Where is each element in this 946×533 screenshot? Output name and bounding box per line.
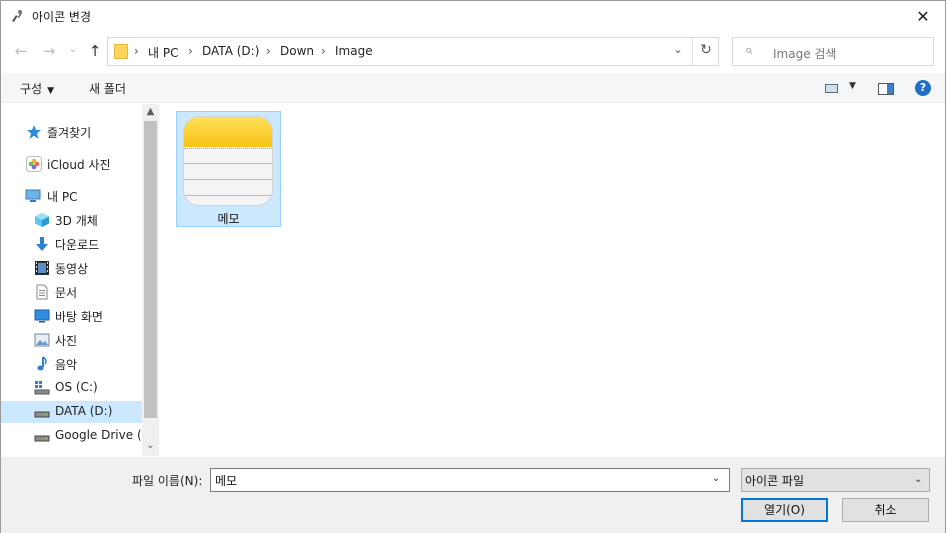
navigation-bar: ← → ⌄ ↑ › 내 PC › DATA (D:) › Down › Imag… bbox=[1, 32, 945, 72]
preview-pane-icon[interactable] bbox=[878, 83, 894, 95]
sidebar-item-label: DATA (D:) bbox=[55, 404, 113, 418]
sidebar-item-label: OS (C:) bbox=[55, 380, 98, 394]
chevron-down-icon: ⌄ bbox=[914, 474, 923, 485]
recent-locations-button[interactable]: ⌄ bbox=[64, 44, 82, 55]
breadcrumb-data-drive[interactable]: DATA (D:) bbox=[202, 44, 259, 58]
filename-input[interactable] bbox=[210, 468, 730, 492]
sidebar-item-desktop[interactable]: 바탕 화면 bbox=[1, 305, 142, 327]
sidebar-item-os-drive[interactable]: OS (C:) bbox=[1, 377, 142, 399]
search-box[interactable]: ⌕ Image 검색 bbox=[732, 37, 934, 66]
close-button[interactable]: ✕ bbox=[901, 1, 945, 31]
sidebar-item-icloud-photos[interactable]: iCloud 사진 bbox=[1, 153, 142, 175]
close-icon: ✕ bbox=[916, 6, 930, 26]
star-icon bbox=[27, 125, 41, 139]
sidebar-item-label: 사진 bbox=[55, 334, 78, 348]
sidebar-item-downloads[interactable]: 다운로드 bbox=[1, 233, 142, 255]
command-toolbar: 구성 ▼ 새 폴더 ▼ ? bbox=[1, 73, 945, 103]
breadcrumb-separator: › bbox=[188, 44, 193, 58]
scroll-thumb[interactable] bbox=[144, 121, 157, 418]
address-dropdown-button[interactable]: ⌄ bbox=[666, 43, 690, 56]
navigation-pane: 즐겨찾기 iCloud 사진 내 PC 3D 개체 다운로드 동영상 문서 바탕… bbox=[1, 104, 159, 456]
new-folder-button[interactable]: 새 폴더 bbox=[89, 80, 126, 97]
file-item-memo[interactable]: 메모 bbox=[176, 111, 281, 227]
file-type-value: 아이콘 파일 bbox=[745, 474, 805, 488]
view-options-button[interactable]: ▼ bbox=[849, 81, 856, 91]
video-icon bbox=[35, 261, 49, 275]
download-icon bbox=[36, 237, 48, 251]
document-icon bbox=[36, 284, 48, 300]
pictures-icon bbox=[34, 333, 50, 347]
folder-icon bbox=[114, 44, 128, 59]
sidebar-item-label: Google Drive (Z bbox=[55, 428, 150, 442]
sidebar-item-label: 음악 bbox=[55, 358, 78, 372]
sidebar-item-label: 내 PC bbox=[47, 190, 78, 204]
filename-history-dropdown[interactable]: ⌄ bbox=[712, 473, 720, 484]
breadcrumb-separator: › bbox=[266, 44, 271, 58]
icloud-photos-icon bbox=[26, 156, 42, 172]
filename-label: 파일 이름(N): bbox=[132, 474, 203, 488]
desktop-icon bbox=[34, 309, 50, 323]
refresh-button[interactable]: ↻ bbox=[696, 42, 716, 58]
help-icon[interactable]: ? bbox=[915, 80, 931, 96]
drive-os-icon bbox=[34, 381, 50, 395]
breadcrumb-my-pc[interactable]: 내 PC bbox=[148, 44, 178, 61]
search-icon: ⌕ bbox=[745, 43, 753, 58]
sidebar-scrollbar[interactable]: ▲ ⌄ bbox=[142, 104, 158, 456]
sidebar-item-documents[interactable]: 문서 bbox=[1, 281, 142, 303]
sidebar-item-music[interactable]: 음악 bbox=[1, 353, 142, 375]
sidebar-item-google-drive[interactable]: Google Drive (Z bbox=[1, 425, 150, 447]
organize-label: 구성 bbox=[20, 82, 43, 96]
music-icon bbox=[37, 356, 47, 371]
sidebar-item-videos[interactable]: 동영상 bbox=[1, 257, 142, 279]
memo-app-icon bbox=[183, 116, 273, 206]
title-bar: 아이콘 변경 ✕ bbox=[1, 1, 945, 32]
sidebar-item-label: 바탕 화면 bbox=[55, 310, 103, 324]
scroll-up-icon[interactable]: ▲ bbox=[142, 106, 158, 117]
file-list-view: 메모 bbox=[160, 104, 945, 456]
address-divider bbox=[692, 38, 693, 65]
sidebar-item-label: 동영상 bbox=[55, 262, 89, 276]
chevron-down-icon: ▼ bbox=[47, 86, 55, 96]
sidebar-item-my-pc[interactable]: 내 PC bbox=[1, 185, 142, 207]
address-bar[interactable]: › 내 PC › DATA (D:) › Down › Image ⌄ ↻ bbox=[107, 37, 719, 66]
sidebar-item-label: 즐겨찾기 bbox=[47, 126, 92, 140]
scroll-down-icon[interactable]: ⌄ bbox=[142, 440, 158, 451]
file-name-label: 메모 bbox=[217, 212, 240, 226]
cube-3d-icon bbox=[35, 213, 49, 227]
back-button[interactable]: ← bbox=[12, 42, 30, 60]
organize-button[interactable]: 구성 ▼ bbox=[20, 80, 54, 97]
breadcrumb-separator: › bbox=[134, 44, 139, 58]
open-button[interactable]: 열기(O) bbox=[741, 498, 828, 522]
file-type-select[interactable]: 아이콘 파일 ⌄ bbox=[741, 468, 930, 492]
sidebar-item-data-drive[interactable]: DATA (D:) bbox=[1, 401, 142, 423]
sidebar-item-label: 3D 개체 bbox=[55, 214, 98, 228]
sidebar-item-favorites[interactable]: 즐겨찾기 bbox=[1, 121, 142, 143]
change-icon-dialog: 아이콘 변경 ✕ ← → ⌄ ↑ › 내 PC › DATA (D:) › Do… bbox=[0, 0, 946, 533]
breadcrumb-down[interactable]: Down bbox=[280, 44, 314, 58]
cancel-button[interactable]: 취소 bbox=[842, 498, 929, 522]
dialog-footer: 파일 이름(N): ⌄ 아이콘 파일 ⌄ 열기(O) 취소 bbox=[1, 457, 945, 533]
sidebar-item-label: 다운로드 bbox=[55, 238, 100, 252]
search-placeholder: Image 검색 bbox=[773, 47, 837, 61]
drive-icon bbox=[34, 411, 50, 418]
breadcrumb-image[interactable]: Image bbox=[335, 44, 373, 58]
forward-button[interactable]: → bbox=[40, 42, 58, 60]
drive-icon bbox=[34, 435, 50, 442]
up-button[interactable]: ↑ bbox=[86, 42, 104, 60]
sidebar-item-3d-objects[interactable]: 3D 개체 bbox=[1, 209, 142, 231]
breadcrumb-separator: › bbox=[321, 44, 326, 58]
window-title: 아이콘 변경 bbox=[32, 10, 92, 24]
change-icon-app-icon bbox=[12, 10, 22, 22]
sidebar-item-label: 문서 bbox=[55, 286, 78, 300]
sidebar-item-label: iCloud 사진 bbox=[47, 158, 111, 172]
computer-icon bbox=[25, 189, 41, 202]
view-mode-icon[interactable] bbox=[825, 84, 838, 93]
sidebar-item-pictures[interactable]: 사진 bbox=[1, 329, 142, 351]
